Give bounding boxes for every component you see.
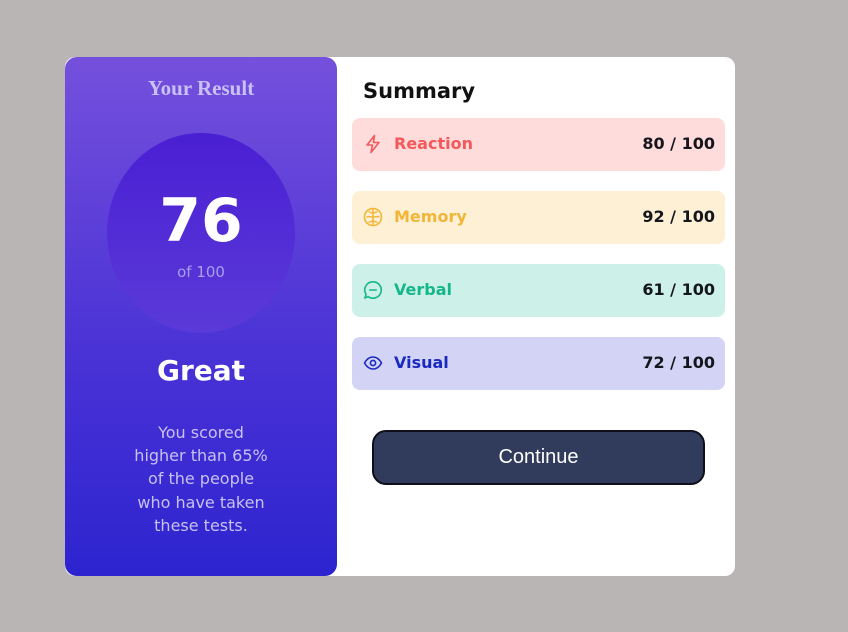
summary-item-score: 72 / 100 bbox=[642, 353, 715, 372]
summary-item-score: 61 / 100 bbox=[642, 280, 715, 299]
result-panel: Your Result 76 of 100 Great You scored h… bbox=[65, 57, 337, 576]
brain-icon bbox=[363, 207, 383, 227]
lightning-icon bbox=[363, 134, 383, 154]
summary-item-label: Memory bbox=[394, 207, 467, 226]
summary-item-label: Visual bbox=[394, 353, 449, 372]
result-title: Your Result bbox=[147, 76, 255, 100]
summary-title: Summary bbox=[363, 79, 476, 103]
grade-label: Great bbox=[156, 354, 246, 387]
eye-icon bbox=[363, 353, 383, 373]
score-out-of: of 100 bbox=[177, 263, 225, 281]
score-circle: 76 of 100 bbox=[107, 133, 295, 333]
summary-item-visual: Visual 72 / 100 bbox=[352, 337, 725, 390]
summary-item-label: Reaction bbox=[394, 134, 473, 153]
summary-item-verbal: Verbal 61 / 100 bbox=[352, 264, 725, 317]
score-value: 76 bbox=[159, 186, 243, 256]
summary-item-score: 80 / 100 bbox=[642, 134, 715, 153]
continue-button[interactable]: Continue bbox=[372, 430, 705, 485]
summary-item-score: 92 / 100 bbox=[642, 207, 715, 226]
result-description: You scored higher than 65% of the people… bbox=[134, 423, 268, 535]
results-card: Your Result 76 of 100 Great You scored h… bbox=[65, 57, 735, 576]
speech-bubble-icon bbox=[363, 280, 383, 300]
summary-item-reaction: Reaction 80 / 100 bbox=[352, 118, 725, 171]
summary-item-memory: Memory 92 / 100 bbox=[352, 191, 725, 244]
summary-item-label: Verbal bbox=[394, 280, 452, 299]
